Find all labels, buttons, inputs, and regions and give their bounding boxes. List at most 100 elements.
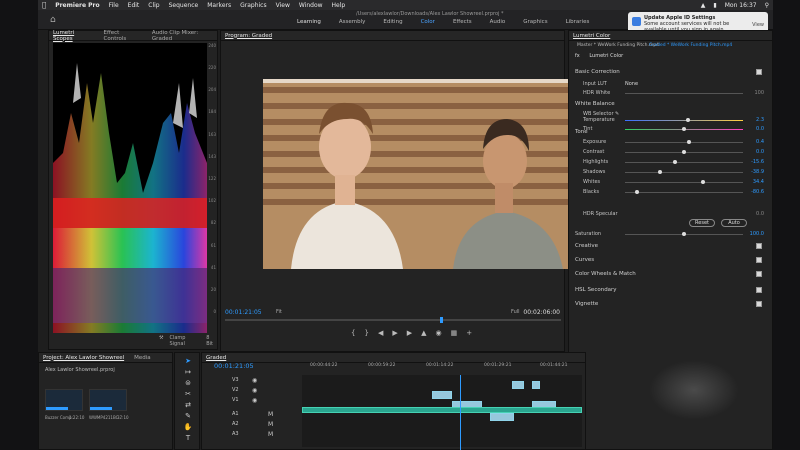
section-hsl-secondary[interactable]: HSL Secondary xyxy=(575,287,764,295)
menu-clock[interactable]: Mon 16:37 xyxy=(725,2,757,9)
workspace-assembly[interactable]: Assembly xyxy=(330,19,375,25)
home-icon[interactable]: ⌂ xyxy=(50,15,56,25)
blacks-value[interactable]: -80.6 xyxy=(751,189,764,195)
hdr-white-slider[interactable] xyxy=(625,93,743,94)
blacks-knob[interactable] xyxy=(634,190,639,194)
auto-button[interactable]: Auto xyxy=(721,219,747,227)
lift-icon[interactable]: ▲ xyxy=(421,329,426,337)
menu-app-name[interactable]: Premiere Pro xyxy=(55,2,99,9)
apple-menu-icon[interactable]:  xyxy=(42,1,46,9)
menu-file[interactable]: File xyxy=(109,2,119,9)
menu-edit[interactable]: Edit xyxy=(128,2,140,9)
scrub-playhead[interactable] xyxy=(440,317,443,323)
workspace-audio[interactable]: Audio xyxy=(481,19,515,25)
compare-view-icon[interactable]: ▦ xyxy=(451,329,458,337)
track-v2[interactable]: V2 xyxy=(232,387,239,393)
shadows-knob[interactable] xyxy=(658,170,663,174)
tab-audio-clip-mixer[interactable]: Audio Clip Mixer: Graded xyxy=(152,30,217,42)
section-color-wheels[interactable]: Color Wheels & Match xyxy=(575,271,764,279)
track-a3[interactable]: A3 xyxy=(232,431,239,437)
contrast-knob[interactable] xyxy=(682,150,686,154)
section-white-balance[interactable]: White Balance xyxy=(575,101,764,109)
clip-thumbnail[interactable] xyxy=(89,389,127,411)
workspace-color[interactable]: Color xyxy=(412,19,444,25)
mute-icon[interactable]: M xyxy=(268,431,273,438)
highlights-knob[interactable] xyxy=(672,160,677,164)
exposure-slider[interactable] xyxy=(625,140,743,144)
menu-clip[interactable]: Clip xyxy=(148,2,159,9)
blacks-slider[interactable] xyxy=(625,190,743,194)
audio-clip[interactable] xyxy=(302,407,582,413)
menu-markers[interactable]: Markers xyxy=(207,2,231,9)
whites-value[interactable]: 34.4 xyxy=(753,179,764,185)
step-back-icon[interactable]: ◀ xyxy=(378,329,383,337)
whites-slider[interactable] xyxy=(625,180,743,184)
eye-icon[interactable]: ◉ xyxy=(252,377,257,384)
clamp-signal-checkbox[interactable]: Clamp Signal xyxy=(169,335,200,347)
video-clip[interactable] xyxy=(432,391,452,399)
basic-correction-checkbox[interactable] xyxy=(756,69,762,75)
tab-media[interactable]: Media xyxy=(134,355,151,361)
video-clip[interactable] xyxy=(490,413,514,421)
section-vignette[interactable]: Vignette xyxy=(575,301,764,309)
tab-effect-controls[interactable]: Effect Controls xyxy=(104,30,142,42)
vignette-checkbox[interactable] xyxy=(756,301,762,307)
graded-clip-label[interactable]: Graded * WeWork Funding Pitch.mp4 xyxy=(649,43,732,48)
temperature-knob[interactable] xyxy=(685,118,690,122)
play-icon[interactable]: ▶ xyxy=(392,329,397,337)
search-icon[interactable]: ⚲ xyxy=(765,2,769,9)
video-clip[interactable] xyxy=(512,381,524,389)
contrast-slider[interactable] xyxy=(625,150,743,154)
effect-name[interactable]: Lumetri Color xyxy=(589,53,623,59)
reset-button[interactable]: Reset xyxy=(689,219,715,227)
timeline-tracks[interactable] xyxy=(302,375,582,450)
whites-knob[interactable] xyxy=(700,180,705,184)
bit-depth-select[interactable]: 8 Bit xyxy=(206,335,217,347)
playback-resolution-select[interactable]: Full xyxy=(511,309,520,315)
tab-graded-sequence[interactable]: Graded xyxy=(206,355,226,361)
timeline-playhead[interactable] xyxy=(460,375,461,450)
section-basic-correction[interactable]: Basic Correction xyxy=(575,69,764,77)
clip-thumbnail[interactable] xyxy=(45,389,83,411)
menu-help[interactable]: Help xyxy=(332,2,346,9)
wifi-icon[interactable]: ▲ xyxy=(701,2,706,9)
mute-icon[interactable]: M xyxy=(268,421,273,428)
menu-view[interactable]: View xyxy=(276,2,290,9)
menu-graphics[interactable]: Graphics xyxy=(240,2,267,9)
program-scrubber[interactable] xyxy=(225,317,561,323)
exposure-knob[interactable] xyxy=(686,140,691,144)
notification-view-button[interactable]: View xyxy=(752,22,764,28)
eye-icon[interactable]: ◉ xyxy=(252,397,257,404)
pen-tool-icon[interactable]: ✎ xyxy=(183,412,193,420)
export-frame-icon[interactable]: ◉ xyxy=(436,329,442,337)
section-creative[interactable]: Creative xyxy=(575,243,764,251)
master-clip-label[interactable]: Master * WeWork Funding Pitch.mp4 xyxy=(577,43,659,48)
tab-lumetri-scopes[interactable]: Lumetri Scopes xyxy=(53,30,94,42)
program-timecode[interactable]: 00:01:21:05 xyxy=(225,309,262,316)
workspace-editing[interactable]: Editing xyxy=(374,19,411,25)
track-select-tool-icon[interactable]: ↦ xyxy=(183,368,193,376)
exposure-value[interactable]: 0.4 xyxy=(756,139,764,145)
temperature-value[interactable]: 2.3 xyxy=(756,117,764,123)
mark-in-icon[interactable]: { xyxy=(351,329,355,337)
hsl-secondary-checkbox[interactable] xyxy=(756,287,762,293)
workspace-graphics[interactable]: Graphics xyxy=(514,19,556,25)
slip-tool-icon[interactable]: ⇄ xyxy=(183,401,193,409)
highlights-slider[interactable] xyxy=(625,160,743,164)
shadows-slider[interactable] xyxy=(625,170,743,174)
timeline-timecode[interactable]: 00:01:21:05 xyxy=(214,362,254,370)
mark-out-icon[interactable]: } xyxy=(364,329,368,337)
add-button-icon[interactable]: + xyxy=(466,329,472,337)
tab-program[interactable]: Program: Graded xyxy=(225,33,272,39)
workspace-effects[interactable]: Effects xyxy=(444,19,481,25)
tab-lumetri-color[interactable]: Lumetri Color xyxy=(573,33,610,39)
saturation-value[interactable]: 100.0 xyxy=(750,231,764,237)
battery-icon[interactable]: ▮ xyxy=(713,2,716,9)
section-tone[interactable]: Tone xyxy=(575,129,764,137)
mute-icon[interactable]: M xyxy=(268,411,273,418)
saturation-slider[interactable] xyxy=(625,232,743,236)
hand-tool-icon[interactable]: ✋ xyxy=(183,423,193,431)
curves-checkbox[interactable] xyxy=(756,257,762,263)
menu-window[interactable]: Window xyxy=(299,2,323,9)
hdr-specular-value[interactable]: 0.0 xyxy=(756,211,764,217)
